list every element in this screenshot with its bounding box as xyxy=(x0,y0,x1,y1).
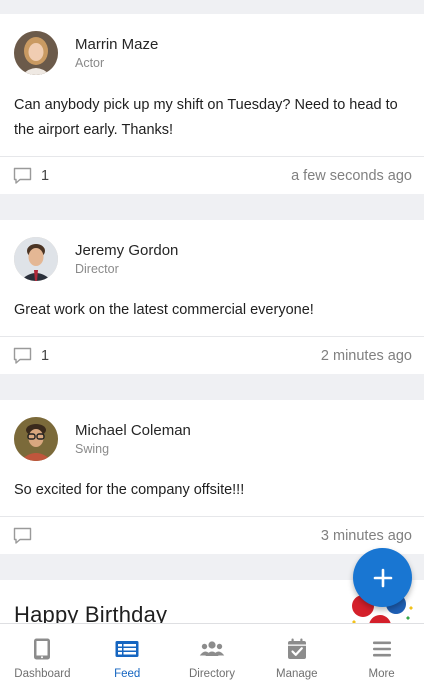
post-timestamp: a few seconds ago xyxy=(291,167,412,184)
comment-count: 1 xyxy=(41,347,50,364)
post-footer: 1 2 minutes ago xyxy=(0,336,424,374)
post-header: Jeremy Gordon Director xyxy=(14,237,178,281)
tab-manage[interactable]: Manage xyxy=(254,624,339,689)
author-role: Director xyxy=(75,261,119,276)
feed-list: Marrin Maze Actor Can anybody pick up my… xyxy=(0,0,424,623)
post-timestamp: 3 minutes ago xyxy=(320,527,412,544)
avatar[interactable] xyxy=(14,417,58,461)
comment-icon xyxy=(13,347,32,364)
tab-label: More xyxy=(368,668,395,680)
comment-button[interactable]: 1 xyxy=(13,347,49,365)
tab-more[interactable]: More xyxy=(339,624,424,689)
avatar[interactable] xyxy=(14,31,58,75)
comment-button[interactable] xyxy=(13,527,41,545)
tab-label: Directory xyxy=(188,668,235,680)
author-role: Actor xyxy=(75,55,105,70)
author-name[interactable]: Jeremy Gordon xyxy=(75,241,178,260)
post-text: So excited for the company offsite!!! xyxy=(14,482,245,498)
comment-count: 1 xyxy=(41,167,50,184)
feed-list-icon xyxy=(115,641,139,657)
post-card[interactable]: Jeremy Gordon Director Great work on the… xyxy=(0,220,424,374)
author-name[interactable]: Marrin Maze xyxy=(75,35,158,54)
people-icon xyxy=(199,641,225,656)
author-role: Swing xyxy=(75,441,110,456)
plus-icon xyxy=(373,568,392,587)
post-card[interactable]: Michael Coleman Swing So excited for the… xyxy=(0,400,424,554)
tab-dashboard[interactable]: Dashboard xyxy=(0,624,85,689)
tab-label: Feed xyxy=(114,668,141,680)
tab-feed[interactable]: Feed xyxy=(85,624,170,689)
avatar[interactable] xyxy=(14,237,58,281)
menu-icon xyxy=(372,641,391,657)
comment-icon xyxy=(13,527,32,544)
birthday-title: Happy Birthday xyxy=(14,602,168,623)
author-name[interactable]: Michael Coleman xyxy=(75,421,191,440)
tablet-icon xyxy=(34,638,51,660)
post-card[interactable]: Marrin Maze Actor Can anybody pick up my… xyxy=(0,14,424,194)
comment-button[interactable]: 1 xyxy=(13,167,49,185)
tab-directory[interactable]: Directory xyxy=(170,624,255,689)
calendar-check-icon xyxy=(287,638,306,659)
post-text: Can anybody pick up my shift on Tuesday?… xyxy=(14,97,398,138)
tab-label: Dashboard xyxy=(14,668,71,680)
post-footer: 1 a few seconds ago xyxy=(0,156,424,194)
post-timestamp: 2 minutes ago xyxy=(320,347,412,364)
post-footer: 3 minutes ago xyxy=(0,516,424,554)
new-post-button[interactable] xyxy=(353,548,412,607)
comment-icon xyxy=(13,167,32,184)
tab-label: Manage xyxy=(276,668,318,680)
post-header: Marrin Maze Actor xyxy=(14,31,158,75)
bottom-tab-bar: Dashboard Feed Directory Manage More xyxy=(0,623,424,689)
post-text: Great work on the latest commercial ever… xyxy=(14,302,314,318)
post-header: Michael Coleman Swing xyxy=(14,417,191,461)
